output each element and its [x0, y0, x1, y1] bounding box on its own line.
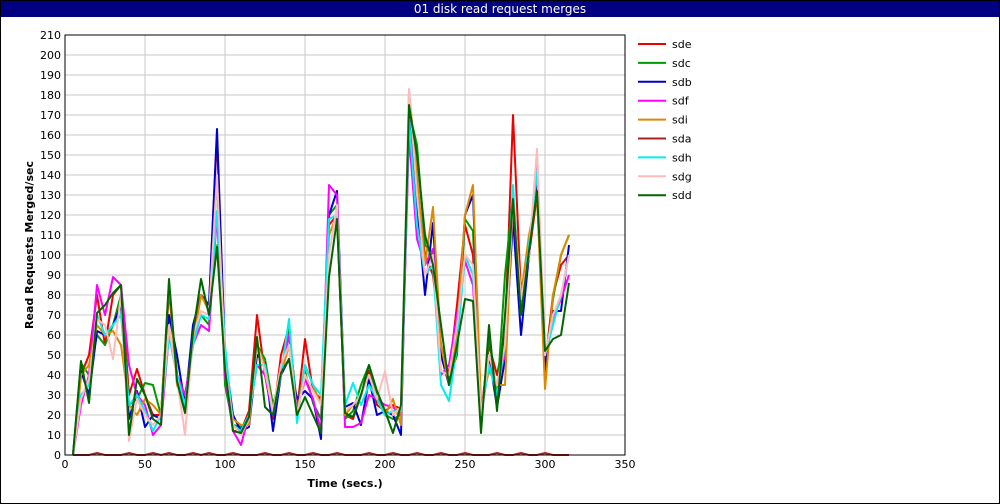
y-tick-label: 160 [40, 129, 61, 142]
y-tick-label: 100 [40, 249, 61, 262]
x-tick-label: 250 [455, 458, 476, 471]
legend-entry-sdi: sdi [672, 114, 688, 127]
y-tick-label: 80 [47, 289, 61, 302]
legend-entry-sdd: sdd [672, 189, 692, 202]
y-tick-label: 10 [47, 429, 61, 442]
legend-entry-sdc: sdc [672, 57, 691, 70]
y-tick-label: 200 [40, 49, 61, 62]
legend-entry-sde: sde [672, 38, 692, 51]
y-tick-label: 180 [40, 89, 61, 102]
y-tick-label: 60 [47, 329, 61, 342]
y-tick-label: 40 [47, 369, 61, 382]
y-tick-label: 110 [40, 229, 61, 242]
y-tick-label: 130 [40, 189, 61, 202]
y-tick-label: 0 [54, 449, 61, 462]
x-axis-label: Time (secs.) [307, 477, 382, 490]
y-tick-label: 20 [47, 409, 61, 422]
y-tick-label: 140 [40, 169, 61, 182]
legend-entry-sdg: sdg [672, 170, 692, 183]
legend-entry-sdf: sdf [672, 95, 690, 108]
y-tick-label: 190 [40, 69, 61, 82]
y-tick-label: 120 [40, 209, 61, 222]
x-tick-label: 100 [215, 458, 236, 471]
x-tick-label: 50 [138, 458, 152, 471]
series-lines [72, 88, 570, 456]
x-tick-label: 150 [295, 458, 316, 471]
legend-entry-sda: sda [672, 133, 691, 146]
y-tick-label: 150 [40, 149, 61, 162]
x-tick-label: 0 [62, 458, 69, 471]
y-axis-label: Read Requests Merged/sec [23, 161, 36, 329]
x-tick-label: 350 [615, 458, 636, 471]
legend: sde sdc sdb sdf sdi sda sdh sdg sdd [638, 38, 692, 202]
y-tick-label: 90 [47, 269, 61, 282]
y-tick-label: 170 [40, 109, 61, 122]
x-tick-label: 300 [535, 458, 556, 471]
x-tick-label: 200 [375, 458, 396, 471]
y-tick-label: 210 [40, 29, 61, 42]
legend-entry-sdb: sdb [672, 76, 692, 89]
y-tick-label: 30 [47, 389, 61, 402]
x-tick-labels: 0 50 100 150 200 250 300 350 [62, 458, 636, 471]
y-tick-label: 70 [47, 309, 61, 322]
line-chart: 0 10 20 30 40 50 60 70 80 90 100 110 120 130 140 150 160… [23, 29, 692, 490]
legend-entry-sdh: sdh [672, 151, 692, 164]
y-tick-label: 50 [47, 349, 61, 362]
y-tick-labels: 0 10 20 30 40 50 60 70 80 90 100 110 120 130 140 150 160… [40, 29, 61, 462]
